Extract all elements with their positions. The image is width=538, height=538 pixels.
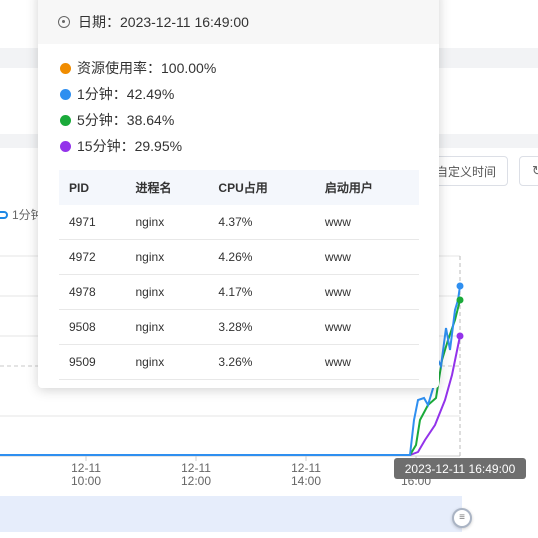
zoom-slider-handle[interactable]: ≡ xyxy=(452,508,472,528)
table-row: 9508 nginx 3.28% www xyxy=(59,309,419,345)
cell-cpu: 4.17% xyxy=(208,274,315,310)
green-dot-icon xyxy=(60,114,71,126)
cell-pid: 4971 xyxy=(59,205,126,240)
cell-name: nginx xyxy=(125,274,209,310)
cell-user: www xyxy=(314,344,419,380)
column-header: 进程名 xyxy=(125,170,209,205)
metric-resource-usage: 资源使用率：100.00% xyxy=(60,58,216,78)
table-row: 9509 nginx 3.26% www xyxy=(59,344,419,380)
table-row: 4978 nginx 4.17% www xyxy=(59,274,419,310)
tooltip-date: 日期：2023-12-11 16:49:00 xyxy=(78,14,249,30)
cell-pid: 9509 xyxy=(59,344,126,380)
metric-label: 资源使用率：100.00% xyxy=(77,60,217,76)
cell-cpu: 3.28% xyxy=(208,309,315,345)
x-tick-time: 14:00 xyxy=(291,474,321,488)
tooltip-header: 日期：2023-12-11 16:49:00 xyxy=(38,0,439,44)
metric-label: 1分钟：42.49% xyxy=(77,86,175,102)
metric-label: 5分钟：38.64% xyxy=(77,112,175,128)
cell-user: www xyxy=(314,205,419,240)
cell-name: nginx xyxy=(125,239,209,275)
cell-pid: 4972 xyxy=(59,239,126,275)
x-tick-time: 12:00 xyxy=(181,474,211,488)
x-tick-date: 12-11 xyxy=(181,461,211,475)
column-header: CPU占用 xyxy=(208,170,315,205)
x-tick-time: 10:00 xyxy=(71,474,101,488)
cell-name: nginx xyxy=(125,205,209,240)
table-row: 4972 nginx 4.26% www xyxy=(59,239,419,275)
clock-icon xyxy=(58,16,70,28)
x-tick-date: 12-11 xyxy=(291,461,321,475)
process-table: PID 进程名 CPU占用 启动用户 4971 nginx 4.37% www … xyxy=(59,170,419,380)
cell-user: www xyxy=(314,274,419,310)
metric-15min: 15分钟：29.95% xyxy=(60,136,182,156)
cell-user: www xyxy=(314,309,419,345)
table-header-row: PID 进程名 CPU占用 启动用户 xyxy=(59,170,419,205)
cell-name: nginx xyxy=(125,344,209,380)
metric-5min: 5分钟：38.64% xyxy=(60,110,174,130)
x-tick-date: 12-11 xyxy=(71,461,101,475)
cell-cpu: 4.37% xyxy=(208,205,315,240)
cell-cpu: 4.26% xyxy=(208,239,315,275)
cell-cpu: 3.26% xyxy=(208,344,315,380)
table-row: 4971 nginx 4.37% www xyxy=(59,205,419,240)
cell-pid: 4978 xyxy=(59,274,126,310)
purple-dot-icon xyxy=(60,140,71,152)
column-header: PID xyxy=(59,170,126,205)
blue-dot-icon xyxy=(60,88,71,100)
series-point-15min xyxy=(456,332,464,340)
zoom-slider-track[interactable] xyxy=(0,496,462,532)
metric-label: 15分钟：29.95% xyxy=(77,138,183,154)
column-header: 启动用户 xyxy=(314,170,419,205)
series-point-1min xyxy=(456,282,464,290)
series-point-5min xyxy=(456,296,464,304)
cell-name: nginx xyxy=(125,309,209,345)
metric-1min: 1分钟：42.49% xyxy=(60,84,174,104)
chart-tooltip: 日期：2023-12-11 16:49:00 资源使用率：100.00% 1分钟… xyxy=(38,0,439,388)
hover-time-badge: 2023-12-11 16:49:00 xyxy=(394,458,526,479)
cell-user: www xyxy=(314,239,419,275)
cell-pid: 9508 xyxy=(59,309,126,345)
orange-dot-icon xyxy=(60,62,71,74)
